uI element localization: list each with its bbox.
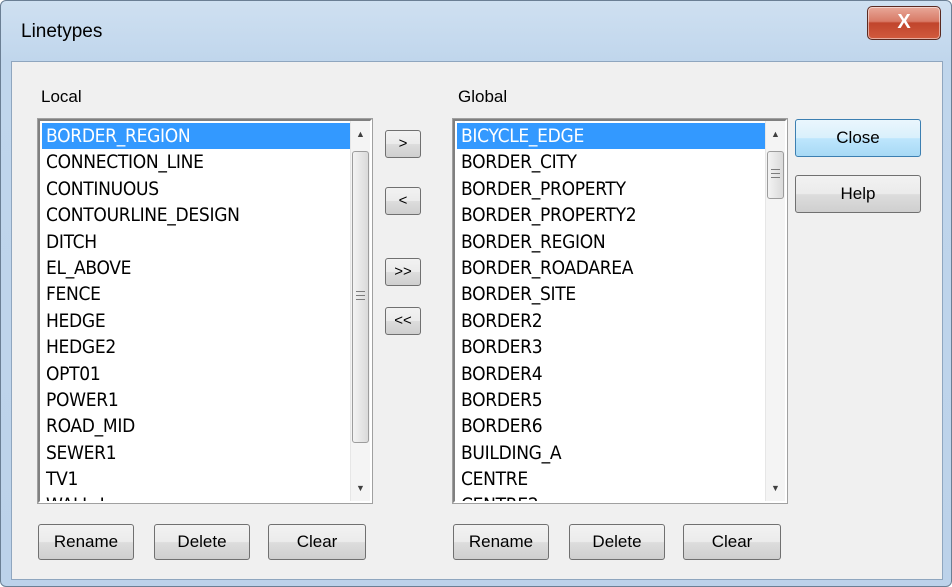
list-item[interactable]: CONTINUOUS xyxy=(42,176,350,202)
list-item[interactable]: BUILDING_A xyxy=(457,440,765,466)
list-item[interactable]: CENTRE2 xyxy=(457,492,765,501)
list-item[interactable]: BORDER_REGION xyxy=(457,229,765,255)
list-item[interactable]: ROAD_MID xyxy=(42,413,350,439)
local-delete-button[interactable]: Delete xyxy=(154,524,250,560)
global-label: Global xyxy=(458,87,508,106)
list-item[interactable]: CENTRE xyxy=(457,466,765,492)
list-item[interactable]: EL_ABOVE xyxy=(42,255,350,281)
list-item[interactable]: BORDER3 xyxy=(457,334,765,360)
grip-line xyxy=(356,295,365,296)
move-left-button[interactable]: < xyxy=(385,187,421,215)
title-bar[interactable]: Linetypes X xyxy=(1,1,951,61)
move-all-right-button[interactable]: >> xyxy=(385,258,421,286)
grip-line xyxy=(771,173,780,174)
local-rename-button[interactable]: Rename xyxy=(38,524,134,560)
list-item[interactable]: TV1 xyxy=(42,466,350,492)
global-scroll-thumb[interactable] xyxy=(767,151,784,199)
linetypes-dialog: Linetypes X Local BORDER_REGION CONNECTIO… xyxy=(0,0,952,587)
list-item[interactable]: CONNECTION_LINE xyxy=(42,149,350,175)
global-clear-button[interactable]: Clear xyxy=(683,524,781,560)
list-item[interactable]: BORDER_PROPERTY xyxy=(457,176,765,202)
window-close-button[interactable]: X xyxy=(867,6,941,40)
close-button[interactable]: Close xyxy=(795,119,921,157)
list-item[interactable]: BORDER_ROADAREA xyxy=(457,255,765,281)
list-item[interactable]: BORDER_PROPERTY2 xyxy=(457,202,765,228)
list-item[interactable]: BORDER6 xyxy=(457,413,765,439)
list-item[interactable]: HEDGE2 xyxy=(42,334,350,360)
global-delete-button[interactable]: Delete xyxy=(569,524,665,560)
list-item[interactable]: WALL_L xyxy=(42,492,350,501)
local-list[interactable]: BORDER_REGION CONNECTION_LINE CONTINUOUS CO… xyxy=(38,119,372,503)
list-item[interactable]: POWER1 xyxy=(42,387,350,413)
global-rename-button[interactable]: Rename xyxy=(453,524,549,560)
list-item[interactable]: DITCH xyxy=(42,229,350,255)
list-item[interactable]: BORDER_CITY xyxy=(457,149,765,175)
local-label: Local xyxy=(41,87,82,106)
list-item[interactable]: BORDER_SITE xyxy=(457,281,765,307)
local-clear-button[interactable]: Clear xyxy=(268,524,366,560)
list-item[interactable]: CONTOURLINE_DESIGN xyxy=(42,202,350,228)
dialog-body: Local BORDER_REGION CONNECTION_LINE CONTIN… xyxy=(11,61,943,580)
list-item[interactable]: FENCE xyxy=(42,281,350,307)
move-right-button[interactable]: > xyxy=(385,130,421,158)
local-scrollbar[interactable]: ▲ ▼ xyxy=(350,121,370,501)
window-title: Linetypes xyxy=(21,21,103,42)
scroll-down-icon[interactable]: ▼ xyxy=(766,479,785,497)
list-item[interactable]: BORDER_REGION xyxy=(42,123,350,150)
move-all-left-button[interactable]: << xyxy=(385,307,421,335)
global-scrollbar[interactable]: ▲ ▼ xyxy=(765,121,785,501)
help-button[interactable]: Help xyxy=(795,175,921,213)
scroll-up-icon[interactable]: ▲ xyxy=(351,125,370,143)
local-items: BORDER_REGION CONNECTION_LINE CONTINUOUS CO… xyxy=(42,123,350,501)
global-items: BICYCLE_EDGE BORDER_CITY BORDER_PROPERTY BO… xyxy=(457,123,765,501)
grip-line xyxy=(356,291,365,292)
list-item[interactable]: BORDER4 xyxy=(457,361,765,387)
scroll-down-icon[interactable]: ▼ xyxy=(351,479,370,497)
scroll-up-icon[interactable]: ▲ xyxy=(766,125,785,143)
list-item[interactable]: SEWER1 xyxy=(42,440,350,466)
grip-line xyxy=(771,169,780,170)
list-item[interactable]: HEDGE xyxy=(42,308,350,334)
list-item[interactable]: BORDER5 xyxy=(457,387,765,413)
grip-line xyxy=(356,299,365,300)
grip-line xyxy=(771,177,780,178)
list-item[interactable]: BICYCLE_EDGE xyxy=(457,123,765,150)
local-scroll-thumb[interactable] xyxy=(352,151,369,443)
list-item[interactable]: OPT01 xyxy=(42,361,350,387)
list-item[interactable]: BORDER2 xyxy=(457,308,765,334)
global-list[interactable]: BICYCLE_EDGE BORDER_CITY BORDER_PROPERTY BO… xyxy=(453,119,787,503)
